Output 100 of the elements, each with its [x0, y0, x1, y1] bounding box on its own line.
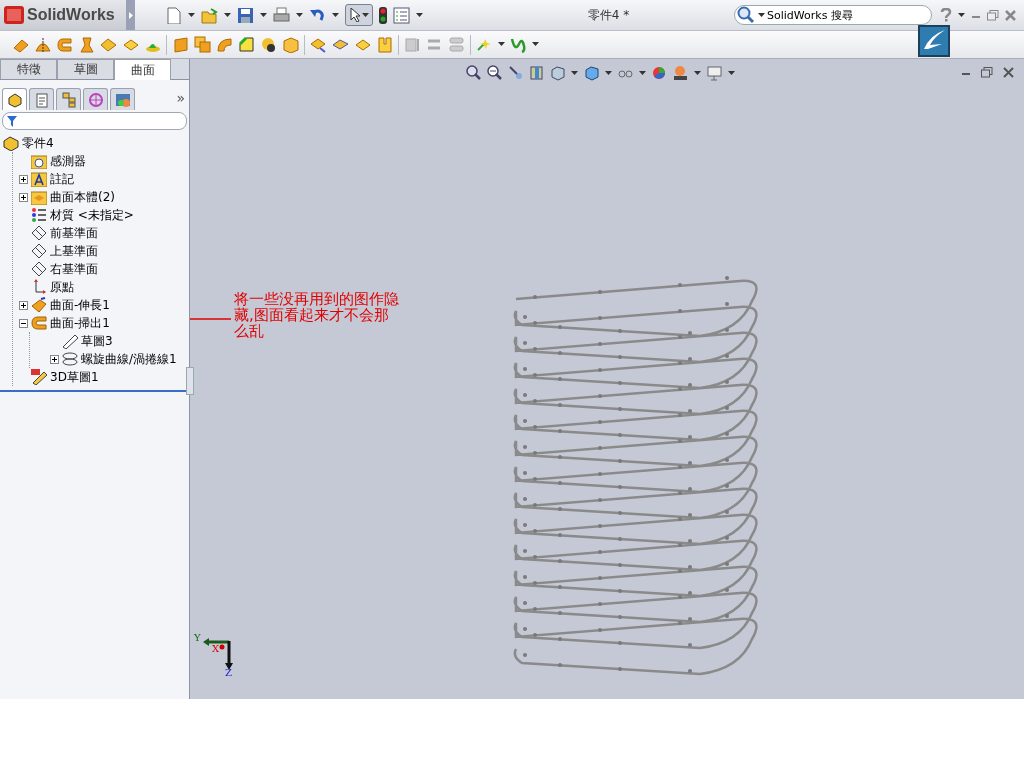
material-icon	[31, 207, 47, 223]
hierarchy-icon	[60, 91, 77, 108]
caret-icon	[128, 11, 133, 19]
help-icon[interactable]	[940, 8, 952, 22]
logo-icon	[4, 5, 24, 25]
axis-label: X	[212, 643, 220, 654]
sweep-surface-icon[interactable]	[56, 36, 73, 53]
box-icon[interactable]	[282, 36, 299, 53]
filter-field[interactable]	[2, 112, 187, 130]
menu-expander[interactable]	[126, 0, 135, 30]
display-icon	[114, 91, 131, 108]
folder-icon	[31, 153, 47, 169]
tree-item[interactable]: 前基準面	[50, 224, 98, 242]
display-style-icon[interactable]	[584, 65, 599, 81]
tab[interactable]	[29, 88, 54, 110]
tab[interactable]	[83, 88, 108, 110]
dropdown-arrow-icon[interactable]	[296, 12, 303, 18]
tree-item[interactable]: 零件4	[22, 134, 54, 152]
traffic-light-icon[interactable]	[379, 6, 387, 24]
dropdown-arrow-icon[interactable]	[260, 12, 267, 18]
select-button[interactable]	[345, 4, 373, 26]
expand-toggle[interactable]	[19, 192, 28, 202]
dropdown-arrow-icon[interactable]	[694, 70, 701, 76]
expand-toggle[interactable]	[19, 174, 28, 184]
folder-icon	[31, 189, 47, 205]
expand-toggle[interactable]	[50, 354, 59, 364]
dropdown-arrow-icon[interactable]	[532, 42, 539, 47]
tab[interactable]: 曲面	[114, 59, 171, 80]
close-icon[interactable]	[1005, 9, 1016, 21]
dropdown-arrow-icon[interactable]	[571, 70, 578, 76]
restore-icon[interactable]	[981, 67, 993, 78]
tab[interactable]: 特徵	[0, 59, 57, 79]
tree-item[interactable]: 螺旋曲線/渦捲線1	[81, 350, 177, 368]
sweep-surface-icon	[31, 315, 47, 331]
dropdown-arrow-icon[interactable]	[188, 12, 195, 18]
tree-item[interactable]: 曲面-掃出1	[50, 314, 110, 332]
window-title: 零件4 *	[586, 6, 631, 24]
helix-icon	[62, 351, 78, 367]
plane-icon	[31, 261, 47, 277]
surface-tool-icon[interactable]	[260, 36, 277, 53]
expand-toggle[interactable]	[19, 300, 28, 310]
dropdown-arrow-icon[interactable]	[498, 42, 505, 47]
extrude-surface-icon	[31, 297, 47, 313]
callout-text: 将一些没再用到的图作隐藏,图面看起来才不会那么乱	[234, 291, 400, 339]
tree-item[interactable]: 曲面-伸長1	[50, 296, 110, 314]
part-icon	[3, 135, 19, 151]
search-field[interactable]: SolidWorks 搜尋	[734, 5, 932, 25]
axis-triad-drawing	[203, 638, 233, 670]
dropdown-arrow-icon[interactable]	[224, 12, 231, 18]
zoom-fit-icon[interactable]	[466, 65, 481, 81]
filter-icon	[7, 115, 17, 127]
dropdown-arrow-icon[interactable]	[332, 12, 339, 18]
axis-label: Y	[194, 632, 201, 643]
section-view-icon[interactable]	[529, 65, 544, 81]
tree-item[interactable]: 3D草圖1	[50, 368, 99, 386]
clipboard-icon	[33, 91, 50, 108]
expand-toggle[interactable]	[19, 318, 28, 328]
tree-item[interactable]: 原點	[50, 278, 74, 296]
axis-label: Z	[225, 667, 232, 678]
tree-item[interactable]: 上基準面	[50, 242, 98, 260]
more-tabs-button[interactable]: »	[176, 90, 185, 106]
zoom-area-icon[interactable]	[487, 65, 502, 81]
crosshair-icon	[87, 91, 104, 108]
plane-icon	[31, 225, 47, 241]
plane-icon	[31, 243, 47, 259]
save-icon[interactable]	[237, 6, 254, 24]
curve-icon[interactable]	[510, 36, 527, 53]
panel-collapse-handle[interactable]	[186, 367, 194, 395]
tree-item[interactable]: 右基準面	[50, 260, 98, 278]
dropdown-arrow-icon[interactable]	[416, 12, 423, 18]
bird-logo-icon[interactable]	[918, 25, 950, 57]
sketch-icon	[31, 369, 47, 385]
tab[interactable]	[110, 88, 135, 110]
tree-item[interactable]: 材質 <未指定>	[50, 206, 134, 224]
open-folder-icon[interactable]	[201, 6, 218, 24]
tree-item[interactable]: 曲面本體(2)	[50, 188, 115, 206]
folder-icon	[31, 171, 47, 187]
tab[interactable]	[56, 88, 81, 110]
dropdown-arrow-icon[interactable]	[958, 12, 965, 18]
tree-item[interactable]: 註記	[50, 170, 74, 188]
tab[interactable]	[2, 88, 27, 110]
dropdown-arrow-icon[interactable]	[639, 70, 646, 76]
appearance-icon[interactable]	[652, 65, 667, 81]
checklist-icon[interactable]	[393, 6, 410, 24]
dropdown-arrow-icon[interactable]	[728, 70, 735, 76]
restore-icon[interactable]	[987, 9, 999, 21]
view-orientation-icon[interactable]	[550, 65, 565, 81]
tree-item[interactable]: 草圖3	[81, 332, 113, 350]
dropdown-arrow-icon[interactable]	[605, 70, 612, 76]
tab[interactable]: 草圖	[57, 59, 114, 79]
scene-icon[interactable]	[673, 65, 688, 81]
sketch-icon	[62, 333, 78, 349]
dropdown-arrow-icon	[361, 12, 369, 18]
pointer-icon	[349, 8, 360, 22]
display-settings-icon[interactable]	[707, 65, 722, 81]
printer-icon[interactable]	[273, 6, 290, 24]
tree-item[interactable]: 感測器	[50, 152, 86, 170]
close-icon[interactable]	[1003, 67, 1014, 78]
dropdown-arrow-icon	[758, 13, 765, 18]
new-document-icon[interactable]	[165, 6, 182, 24]
